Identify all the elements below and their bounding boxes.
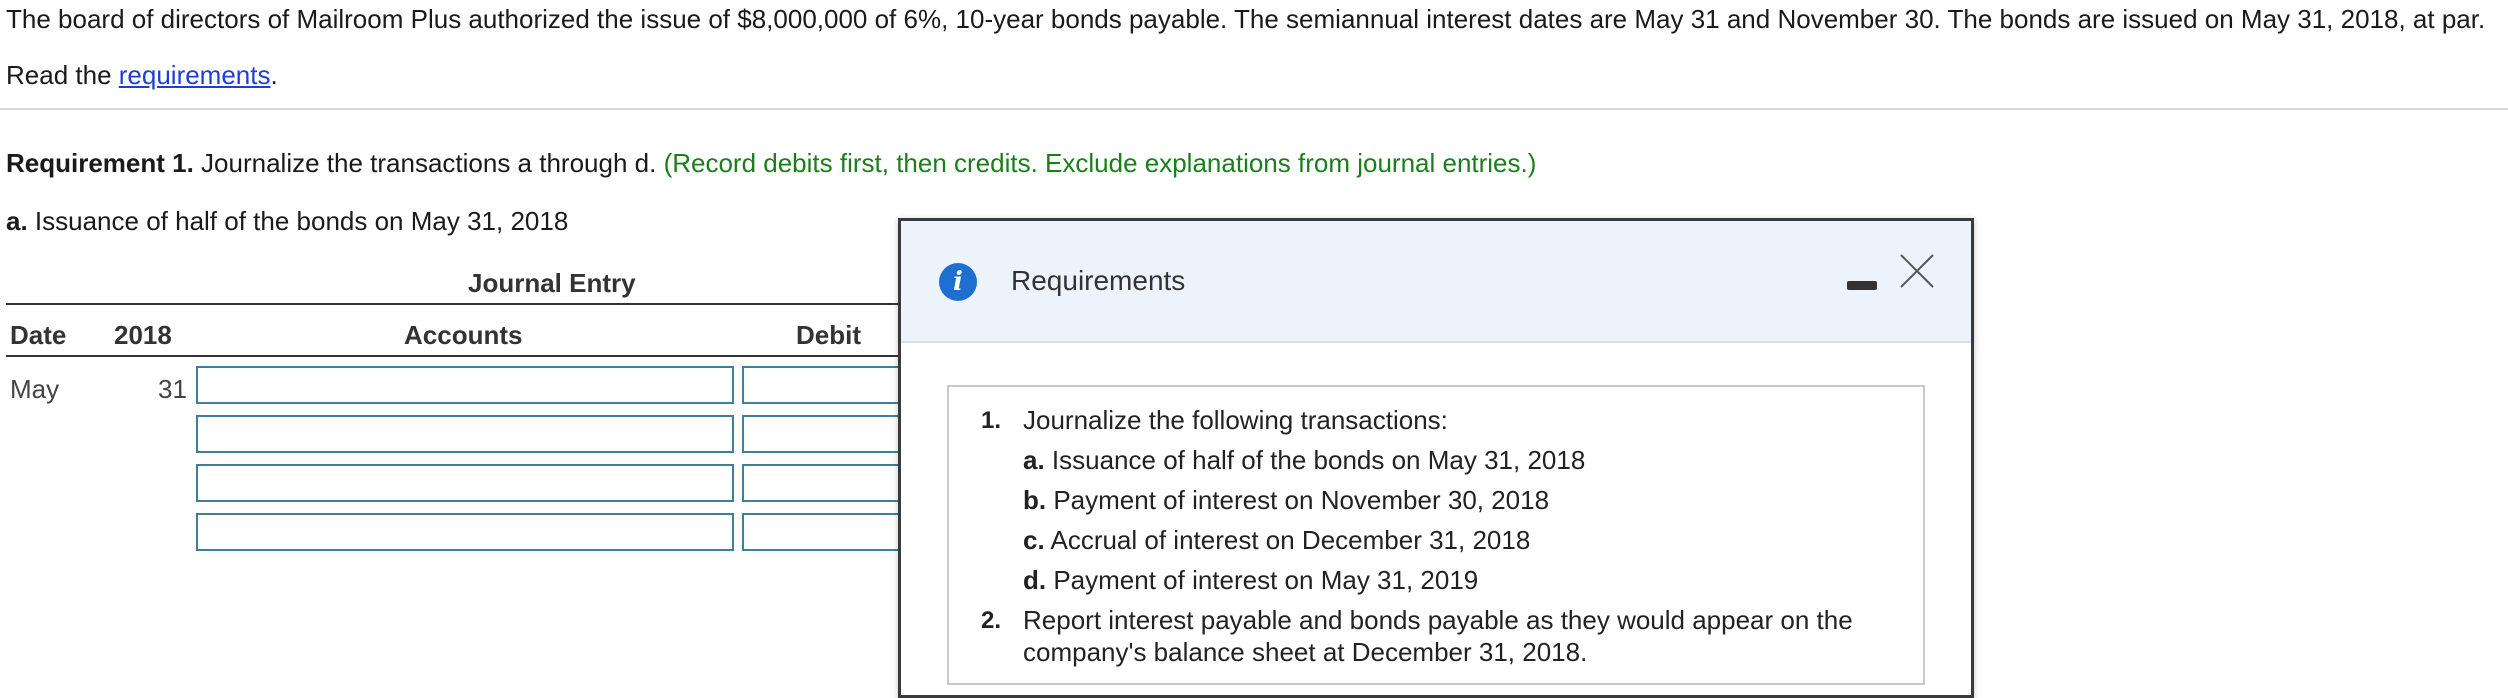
- close-button[interactable]: [1897, 251, 1937, 291]
- account-input-row-4[interactable]: [196, 513, 734, 551]
- table-header-rule: [6, 355, 906, 357]
- debit-input-row-4[interactable]: [742, 513, 912, 551]
- read-requirements-line: Read the requirements.: [6, 60, 278, 91]
- problem-statement: The board of directors of Mailroom Plus …: [6, 4, 2486, 34]
- date-column-header: Date: [10, 320, 67, 350]
- requirements-dialog: i Requirements 1. Journalize the followi…: [898, 218, 1974, 698]
- section-divider: [0, 108, 2508, 110]
- debit-input-row-2[interactable]: [742, 415, 912, 453]
- requirement-2-number: 2.: [981, 607, 1002, 634]
- requirement-2-line-1: Report interest payable and bonds payabl…: [1023, 605, 1853, 635]
- requirement-1-text: Journalize the transactions a through d.: [193, 148, 664, 178]
- account-input-row-1[interactable]: [196, 366, 734, 404]
- dialog-header: i Requirements: [901, 221, 1971, 343]
- list-item-a-text: Issuance of half of the bonds on May 31,…: [1044, 445, 1586, 475]
- requirements-link[interactable]: requirements: [119, 60, 271, 90]
- list-item-d: d. Payment of interest on May 31, 2019: [1023, 565, 1478, 596]
- list-item-b-text: Payment of interest on November 30, 2018: [1046, 485, 1550, 515]
- dialog-title: Requirements: [1011, 265, 1186, 296]
- list-item-d-label: d.: [1023, 565, 1047, 595]
- requirement-1-label: Requirement 1.: [6, 148, 194, 178]
- row-month: May: [10, 374, 60, 404]
- year-column-header: 2018: [114, 320, 172, 350]
- list-item-b: b. Payment of interest on November 30, 2…: [1023, 485, 1549, 516]
- read-prefix: Read the: [6, 60, 119, 90]
- debit-column-header: Debit: [796, 320, 861, 350]
- minimize-button[interactable]: [1847, 275, 1877, 295]
- list-item-d-text: Payment of interest on May 31, 2019: [1046, 565, 1479, 595]
- debit-input-row-3[interactable]: [742, 464, 912, 502]
- account-input-row-3[interactable]: [196, 464, 734, 502]
- read-suffix: .: [270, 60, 278, 90]
- requirement-1-number: 1.: [981, 407, 1002, 434]
- part-a-heading: a. Issuance of half of the bonds on May …: [6, 206, 568, 237]
- part-a-text: Issuance of half of the bonds on May 31,…: [27, 206, 569, 236]
- requirements-list: 1. Journalize the following transactions…: [947, 385, 1925, 685]
- close-icon: [1900, 254, 1934, 288]
- account-input-row-2[interactable]: [196, 415, 734, 453]
- list-item-a: a. Issuance of half of the bonds on May …: [1023, 445, 1585, 476]
- journal-entry-title: Journal Entry: [468, 268, 636, 298]
- debit-input-row-1[interactable]: [742, 366, 912, 404]
- requirement-1-hint: (Record debits first, then credits. Excl…: [663, 148, 1537, 178]
- list-item-c-text: Accrual of interest on December 31, 2018: [1044, 525, 1531, 555]
- list-item-b-label: b.: [1023, 485, 1047, 515]
- minimize-icon: [1847, 281, 1877, 290]
- requirement-1-item: Journalize the following transactions:: [1023, 405, 1448, 435]
- part-a-label: a.: [6, 206, 28, 236]
- info-icon: i: [939, 263, 977, 301]
- list-item-c: c. Accrual of interest on December 31, 2…: [1023, 525, 1530, 556]
- list-item-c-label: c.: [1023, 525, 1045, 555]
- requirement-1-instruction: Requirement 1. Journalize the transactio…: [6, 148, 1536, 179]
- accounts-column-header: Accounts: [404, 320, 523, 350]
- requirement-2-line-2: company's balance sheet at December 31, …: [1023, 637, 1588, 667]
- row-day: 31: [158, 374, 187, 404]
- list-item-a-label: a.: [1023, 445, 1045, 475]
- table-top-rule: [6, 303, 906, 305]
